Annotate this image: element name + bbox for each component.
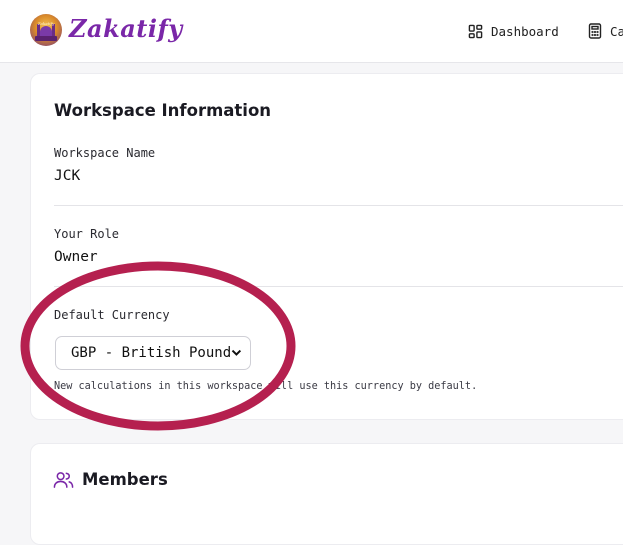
calculator-icon [588, 23, 602, 39]
default-currency-helper-text: New calculations in this workspace will … [54, 381, 478, 392]
default-currency-selected-value: GBP - British Pound [71, 345, 232, 361]
nav-dashboard-label: Dashboard [491, 23, 559, 39]
chevron-down-icon [231, 349, 242, 356]
divider [54, 205, 623, 206]
default-currency-label: Default Currency [54, 308, 170, 322]
divider [54, 286, 623, 287]
workspace-name-value: JCK [54, 168, 81, 184]
nav-calculator-label: Ca [610, 23, 623, 39]
workspace-name-label: Workspace Name [54, 146, 156, 160]
members-card: Members [30, 443, 623, 545]
brand-name[interactable]: Zakatify [69, 14, 183, 43]
members-title: Members [82, 470, 168, 489]
your-role-label: Your Role [54, 227, 120, 241]
workspace-info-card: Workspace Information Workspace Name JCK… [30, 73, 623, 420]
default-currency-select[interactable]: GBP - British Pound [55, 336, 251, 370]
dashboard-grid-icon [468, 24, 483, 38]
brand-logo-icon[interactable]: Zakatify [30, 14, 62, 46]
workspace-info-title: Workspace Information [54, 101, 272, 120]
your-role-value: Owner [54, 249, 98, 265]
users-icon [53, 471, 74, 488]
top-navbar: Zakatify Zakatify Dashboard Ca [0, 0, 623, 63]
nav-calculator[interactable]: Ca [588, 21, 623, 41]
members-header: Members [53, 470, 168, 489]
nav-dashboard[interactable]: Dashboard [468, 21, 559, 41]
